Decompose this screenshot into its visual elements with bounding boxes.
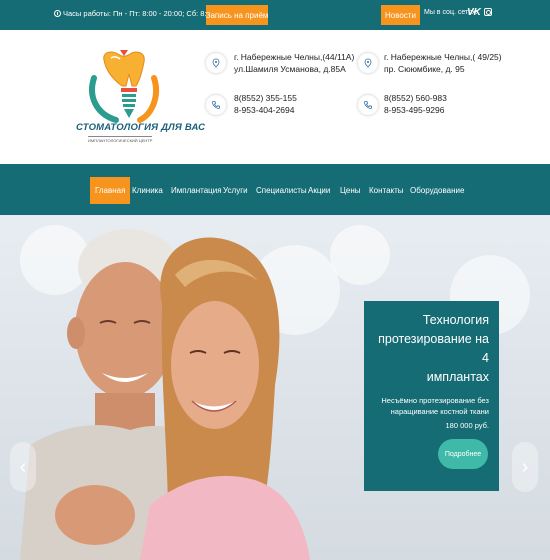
news-button[interactable]: Новости — [381, 5, 420, 25]
couple-photo — [20, 229, 310, 560]
slide-caption-card: Технология протезирование на 4 имплантах… — [364, 301, 499, 491]
phone-1-line-2[interactable]: 8-953-404-2694 — [234, 104, 297, 116]
slider-next-button[interactable]: › — [512, 442, 538, 492]
instagram-icon[interactable] — [484, 8, 492, 16]
nav-item-home[interactable]: Главная — [90, 177, 131, 204]
slide-title: Технология протезирование на 4 имплантах — [372, 311, 489, 387]
nav-item-promotions[interactable]: Акции — [303, 177, 335, 204]
hero-slider: Технология протезирование на 4 имплантах… — [0, 215, 550, 560]
slider-prev-button[interactable]: ‹ — [10, 442, 36, 492]
slide-title-line: Технология — [422, 313, 489, 327]
address-2-line-1: г. Набережные Челны,( 49/25) — [384, 52, 502, 62]
nav-item-clinic[interactable]: Клиника — [127, 177, 168, 204]
phone-2-line-2[interactable]: 8-953-495-9296 — [384, 104, 447, 116]
location-pin-icon — [206, 53, 226, 73]
logo-subtitle: ИМПЛАНТОЛОГИЧЕСКИЙ ЦЕНТР — [88, 136, 153, 143]
chevron-left-icon: ‹ — [19, 455, 27, 478]
address-1-line-1: г. Набережные Челны,(44/11А) — [234, 52, 355, 62]
nav-item-contacts[interactable]: Контакты — [364, 177, 409, 204]
slide-description-line: Несъёмно протезирование без — [381, 396, 489, 405]
nav-item-prices[interactable]: Цены — [335, 177, 366, 204]
phone-2-line-1[interactable]: 8(8552) 560-983 — [384, 92, 447, 104]
main-nav: Главная Клиника Имплантация Услуги Специ… — [0, 164, 550, 215]
logo-title: СТОМАТОЛОГИЯ ДЛЯ ВАС — [76, 122, 206, 133]
header: СТОМАТОЛОГИЯ ДЛЯ ВАС ИМПЛАНТОЛОГИЧЕСКИЙ … — [0, 30, 550, 164]
phone-2: 8(8552) 560-983 8-953-495-9296 — [384, 92, 447, 116]
location-pin-icon — [358, 53, 378, 73]
slide-description: Несъёмно протезирование без наращивание … — [372, 395, 489, 417]
vk-icon[interactable]: VK — [467, 7, 481, 18]
slide-description-line: наращивание костной ткани — [390, 407, 489, 416]
more-button[interactable]: Подробнее — [438, 439, 488, 469]
phone-1: 8(8552) 355-155 8-953-404-2694 — [234, 92, 297, 116]
phone-icon — [358, 95, 378, 115]
appointment-button[interactable]: Запись на приём — [206, 5, 268, 25]
nav-item-equipment[interactable]: Оборудование — [405, 177, 469, 204]
page: Часы работы: Пн - Пт: 8:00 - 20:00; Сб: … — [0, 0, 550, 560]
phone-1-line-1[interactable]: 8(8552) 355-155 — [234, 92, 297, 104]
address-2: г. Набережные Челны,( 49/25) пр. Сююмбик… — [384, 51, 502, 75]
slide-title-line: протезирование на 4 — [378, 332, 489, 365]
address-1-line-2: ул.Шамиля Усманова, д.85А — [234, 64, 346, 74]
phone-icon — [206, 95, 226, 115]
top-bar: Часы работы: Пн - Пт: 8:00 - 20:00; Сб: … — [0, 0, 550, 30]
chevron-right-icon: › — [521, 455, 529, 478]
clock-icon — [54, 10, 61, 17]
slide-price: 180 000 руб. — [445, 421, 490, 430]
slide-title-line: имплантах — [426, 370, 489, 384]
address-2-line-2: пр. Сююмбике, д. 95 — [384, 64, 465, 74]
address-1: г. Набережные Челны,(44/11А) ул.Шамиля У… — [234, 51, 354, 75]
nav-item-services[interactable]: Услуги — [218, 177, 253, 204]
